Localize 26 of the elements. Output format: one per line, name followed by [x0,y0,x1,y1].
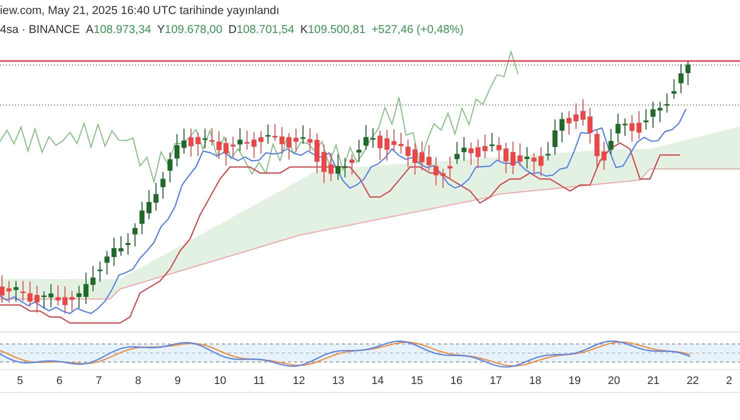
date-axis-label: 6 [56,375,64,387]
date-axis-label: 21 [647,375,660,387]
published-note: iew.com, May 21, 2025 16:40 UTC tarihinde yayınlandı [0,4,280,19]
date-axis-label: 13 [332,375,346,387]
date-axis-label: 15 [410,375,424,387]
ohlc-value: A108.973,34 [86,24,152,36]
date-axis-label: 17 [490,375,503,387]
date-axis-label: 11 [253,375,266,387]
ohlc-value: Y109.678,00 [157,24,222,36]
ohlc-value: K109.500,81 [300,24,366,36]
date-axis-label: 8 [135,375,142,387]
date-axis-label: 9 [174,375,182,387]
date-axis-label: 2 [726,375,734,387]
ohlc-value: D108.701,54 [228,24,294,36]
date-axis-label: 19 [568,375,582,387]
date-axis-label: 18 [529,375,542,387]
date-axis-label: 10 [214,375,228,387]
date-axis-label: 7 [96,375,103,387]
date-axis-label: 14 [372,375,385,387]
price-change: +527,46 (+0,48%) [371,24,464,36]
date-axis-label: 12 [292,375,306,387]
symbol-label: 4sa · BINANCE [0,24,80,36]
date-axis-label: 16 [450,375,464,387]
date-axis-label: 5 [17,375,24,387]
date-axis-label: 22 [686,375,700,387]
date-axis-label: 20 [608,375,622,387]
